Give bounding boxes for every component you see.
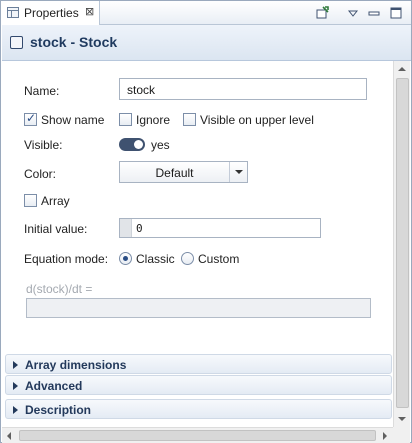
visible-upper-level-checkbox[interactable] xyxy=(183,113,196,126)
initial-value-label: Initial value: xyxy=(24,222,88,236)
classic-radio[interactable] xyxy=(119,252,132,265)
page-title: stock - Stock xyxy=(30,34,118,50)
vertical-scroll-thumb[interactable] xyxy=(396,78,409,408)
close-icon[interactable]: ⊠ xyxy=(85,5,94,19)
name-value: stock xyxy=(127,83,156,97)
section-description[interactable]: Description xyxy=(5,399,392,419)
scroll-down-icon[interactable] xyxy=(394,411,410,427)
scrollbar-corner xyxy=(393,427,410,443)
horizontal-scrollbar[interactable] xyxy=(2,427,393,443)
show-name-label: Show name xyxy=(41,113,105,127)
visible-toggle[interactable] xyxy=(119,138,145,151)
show-name-checkbox[interactable] xyxy=(24,111,37,126)
maximize-icon[interactable] xyxy=(389,6,403,20)
scroll-up-icon[interactable] xyxy=(394,61,410,77)
code-field-marker xyxy=(120,219,132,237)
properties-header: stock - Stock xyxy=(2,25,411,61)
tab-label: Properties xyxy=(24,6,79,20)
pin-to-view-icon[interactable] xyxy=(316,6,330,20)
name-label: Name: xyxy=(24,84,60,98)
equation-label: d(stock)/dt = xyxy=(26,282,93,296)
stock-icon xyxy=(10,36,23,49)
expand-triangle-icon xyxy=(13,406,18,414)
equation-mode-label: Equation mode: xyxy=(24,252,109,266)
expand-triangle-icon xyxy=(13,382,18,390)
properties-icon xyxy=(7,7,19,18)
color-label: Color: xyxy=(24,167,57,181)
horizontal-scroll-thumb[interactable] xyxy=(19,430,376,441)
chevron-down-icon xyxy=(229,162,247,182)
visible-value: yes xyxy=(151,138,170,152)
properties-view: Properties ⊠ stock - Stock Name: stock S… xyxy=(0,0,412,443)
expand-triangle-icon xyxy=(13,361,18,369)
minimize-icon[interactable] xyxy=(367,6,381,20)
classic-label: Classic xyxy=(136,252,175,266)
scroll-right-icon[interactable] xyxy=(377,428,393,443)
array-label: Array xyxy=(41,194,70,208)
section-array-dimensions[interactable]: Array dimensions xyxy=(5,354,392,374)
initial-value-field[interactable]: 0 xyxy=(119,218,321,238)
initial-value-text: 0 xyxy=(136,222,143,235)
section-label: Description xyxy=(25,403,92,417)
section-label: Advanced xyxy=(25,379,83,393)
scroll-left-icon[interactable] xyxy=(2,428,18,443)
view-tab-bar: Properties ⊠ xyxy=(1,1,411,25)
visible-upper-level-label: Visible on upper level xyxy=(200,113,314,127)
section-advanced[interactable]: Advanced xyxy=(5,375,392,395)
color-dropdown-value: Default xyxy=(155,166,194,180)
section-label: Array dimensions xyxy=(25,358,127,372)
color-dropdown[interactable]: Default xyxy=(119,161,248,183)
vertical-scrollbar[interactable] xyxy=(393,61,410,427)
view-menu-icon[interactable] xyxy=(346,6,360,20)
ignore-label: Ignore xyxy=(136,113,171,127)
tab-properties[interactable]: Properties ⊠ xyxy=(1,1,100,25)
custom-radio[interactable] xyxy=(181,252,194,265)
ignore-checkbox[interactable] xyxy=(119,113,132,126)
custom-label: Custom xyxy=(198,252,240,266)
equation-field[interactable] xyxy=(26,298,371,318)
array-checkbox[interactable] xyxy=(24,194,37,207)
visible-label: Visible: xyxy=(24,138,63,152)
name-field[interactable]: stock xyxy=(119,78,367,100)
